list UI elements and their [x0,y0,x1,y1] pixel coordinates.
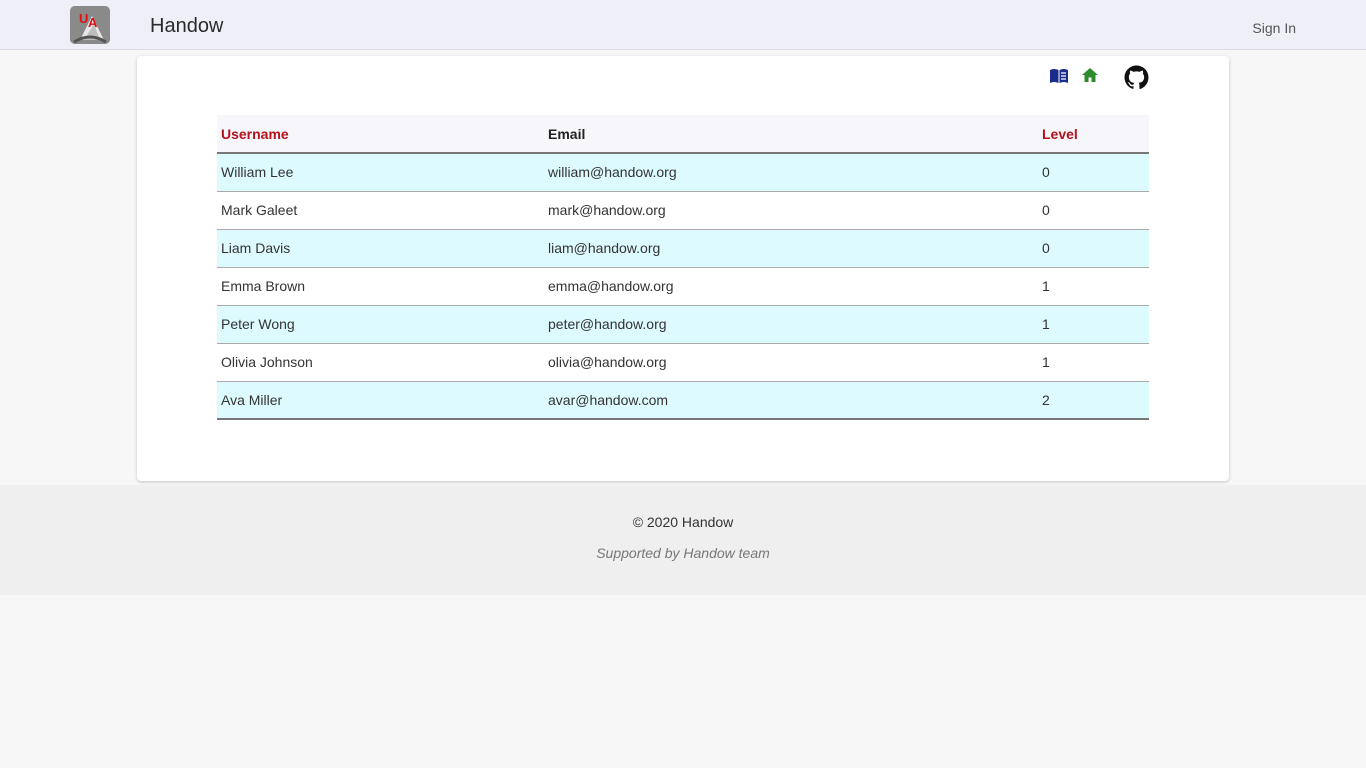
sign-in-link[interactable]: Sign In [1252,20,1296,36]
table-row[interactable]: Peter Wong peter@handow.org 1 [217,305,1149,344]
column-header-email: Email [544,115,1038,154]
cell-username: Ava Miller [217,381,544,420]
cell-email: emma@handow.org [544,267,1038,306]
cell-username: Peter Wong [217,305,544,344]
cell-username: Emma Brown [217,267,544,306]
handow-logo[interactable]: U A [70,6,110,44]
cell-level: 2 [1038,381,1149,420]
cell-email: liam@handow.org [544,229,1038,268]
cell-username: Mark Galeet [217,191,544,230]
cell-level: 0 [1038,153,1149,192]
github-icon[interactable] [1124,65,1149,95]
column-header-level[interactable]: Level [1038,115,1149,154]
table-header-row: Username Email Level [217,115,1149,154]
cell-email: peter@handow.org [544,305,1038,344]
copyright-text: © 2020 Handow [632,514,734,530]
cell-level: 0 [1038,191,1149,230]
users-card: Username Email Level William Lee william… [137,56,1229,481]
app-title[interactable]: Handow [150,15,223,38]
cell-level: 1 [1038,267,1149,306]
cell-level: 1 [1038,305,1149,344]
cell-level: 0 [1038,229,1149,268]
book-icon[interactable] [1049,68,1069,89]
svg-text:U: U [79,11,88,26]
users-table: Username Email Level William Lee william… [217,115,1149,420]
cell-level: 1 [1038,343,1149,382]
home-icon[interactable] [1081,67,1099,88]
cell-email: mark@handow.org [544,191,1038,230]
cell-email: william@handow.org [544,153,1038,192]
table-row[interactable]: William Lee william@handow.org 0 [217,153,1149,192]
cell-email: olivia@handow.org [544,343,1038,382]
top-app-bar: U A Handow Sign In [0,0,1366,50]
cell-email: avar@handow.com [544,381,1038,420]
table-row[interactable]: Olivia Johnson olivia@handow.org 1 [217,343,1149,382]
page-footer: © 2020 Handow Supported by Handow team [0,485,1366,595]
column-header-username[interactable]: Username [217,115,544,154]
support-text: Supported by Handow team [596,545,770,561]
cell-username: William Lee [217,153,544,192]
cell-username: Olivia Johnson [217,343,544,382]
table-row[interactable]: Emma Brown emma@handow.org 1 [217,267,1149,306]
table-row[interactable]: Liam Davis liam@handow.org 0 [217,229,1149,268]
cell-username: Liam Davis [217,229,544,268]
svg-text:A: A [88,15,98,30]
table-row[interactable]: Ava Miller avar@handow.com 2 [217,381,1149,420]
table-row[interactable]: Mark Galeet mark@handow.org 0 [217,191,1149,230]
